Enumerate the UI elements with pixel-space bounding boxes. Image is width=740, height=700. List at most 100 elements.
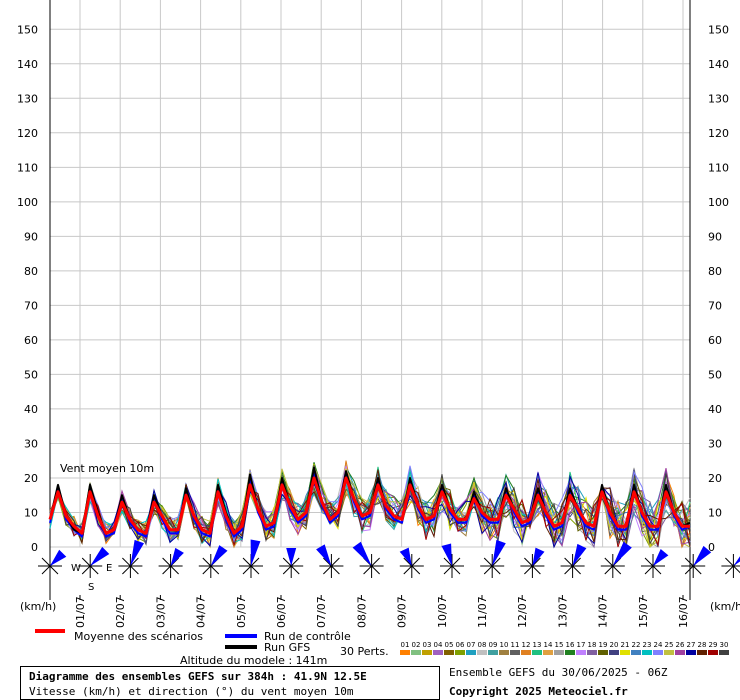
wind-rose xyxy=(198,545,228,578)
wind-rose xyxy=(399,547,424,578)
perturbation-swatch xyxy=(598,650,608,655)
y-tick-label: 40 xyxy=(24,403,38,416)
x-unit-label-left: (km/h) xyxy=(20,600,56,613)
perturbation-number: 10 xyxy=(500,641,509,649)
perturbation-number: 03 xyxy=(423,641,432,649)
y-tick-label: 100 xyxy=(708,196,729,209)
perturbation-swatch xyxy=(411,650,421,655)
perturbation-swatch xyxy=(543,650,553,655)
perturbation-swatch xyxy=(433,650,443,655)
date-label: 12/07 xyxy=(516,596,529,628)
perturbation-number: 30 xyxy=(720,641,729,649)
y-tick-label: 100 xyxy=(17,196,38,209)
wind-arrow xyxy=(170,547,184,566)
perturbation-number: 28 xyxy=(698,641,707,649)
perturbation-number: 17 xyxy=(577,641,586,649)
wind-rose xyxy=(721,554,740,578)
perturbation-number: 06 xyxy=(456,641,465,649)
wind-arrow xyxy=(316,544,332,566)
legend-mean-label: Moyenne des scénarios xyxy=(74,630,203,643)
perturbation-number: 22 xyxy=(632,641,641,649)
perturbation-swatch xyxy=(477,650,487,655)
y-tick-label: 50 xyxy=(24,368,38,381)
perturbation-number: 23 xyxy=(643,641,652,649)
date-label: 04/07 xyxy=(195,596,208,628)
perturbation-number: 27 xyxy=(687,641,696,649)
y-tick-label: 70 xyxy=(24,299,38,312)
date-label: 11/07 xyxy=(476,596,489,628)
perturbation-number: 12 xyxy=(522,641,531,649)
wind-arrow xyxy=(286,548,297,566)
y-tick-label: 30 xyxy=(708,437,722,450)
perturbation-number: 13 xyxy=(533,641,542,649)
wind-arrow xyxy=(441,543,452,566)
perturbations-label: 30 Perts. xyxy=(340,645,389,658)
y-tick-label: 90 xyxy=(708,230,722,243)
compass-s: S xyxy=(88,582,94,593)
ensemble-chart: 0102030405060708090100110120130140150 01… xyxy=(17,0,740,658)
y-tick-label: 130 xyxy=(708,92,729,105)
perturbation-swatch xyxy=(521,650,531,655)
date-label: 08/07 xyxy=(355,596,368,628)
wind-arrow xyxy=(653,549,669,566)
date-label: 03/07 xyxy=(154,596,167,628)
date-label: 15/07 xyxy=(637,596,650,628)
perturbation-number: 02 xyxy=(412,641,421,649)
perturbation-number: 25 xyxy=(665,641,674,649)
perturbation-swatch xyxy=(576,650,586,655)
footer-title-box: Diagramme des ensembles GEFS sur 384h : … xyxy=(20,666,440,700)
y-tick-label: 10 xyxy=(24,506,38,519)
perturbation-number: 01 xyxy=(401,641,410,649)
wind-rose xyxy=(641,549,669,578)
y-axis-right: 0102030405060708090100110120130140150 xyxy=(708,23,729,554)
y-tick-label: 60 xyxy=(708,334,722,347)
date-label: 13/07 xyxy=(556,596,569,628)
y-tick-label: 110 xyxy=(708,161,729,174)
perturbation-number: 26 xyxy=(676,641,685,649)
perturbation-swatch xyxy=(686,650,696,655)
compass-e: E xyxy=(106,563,112,574)
wind-arrow xyxy=(532,547,545,566)
perturbation-swatch xyxy=(499,650,509,655)
perturbation-legend: 01 02 03 04 05 06 07 08 09 10 11 12 13 14 15 16 17 18 19 20… xyxy=(400,641,729,655)
perturbation-number: 20 xyxy=(610,641,619,649)
perturbation-number: 18 xyxy=(588,641,597,649)
wind-rose xyxy=(158,547,184,578)
series-label: Vent moyen 10m xyxy=(60,462,154,475)
perturbation-swatch xyxy=(664,650,674,655)
perturbation-swatch xyxy=(532,650,542,655)
perturbation-swatch xyxy=(400,650,410,655)
date-label: 05/07 xyxy=(235,596,248,628)
date-label: 01/07 xyxy=(74,596,87,628)
perturbation-swatch xyxy=(422,650,432,655)
date-label: 02/07 xyxy=(114,596,127,628)
y-tick-label: 70 xyxy=(708,299,722,312)
y-tick-label: 80 xyxy=(24,265,38,278)
perturbation-swatch xyxy=(565,650,575,655)
y-tick-label: 150 xyxy=(708,23,729,36)
perturbation-swatch xyxy=(554,650,564,655)
footer-subtitle: Vitesse (km/h) et direction (°) du vent … xyxy=(29,685,354,698)
wind-rose xyxy=(560,543,587,578)
perturbation-number: 21 xyxy=(621,641,630,649)
perturbation-number: 19 xyxy=(599,641,608,649)
perturbation-swatch xyxy=(675,650,685,655)
perturbation-number: 16 xyxy=(566,641,575,649)
y-tick-label: 10 xyxy=(708,506,722,519)
date-label: 06/07 xyxy=(275,596,288,628)
wind-rose xyxy=(440,543,464,578)
wind-rose xyxy=(38,549,67,578)
date-label: 10/07 xyxy=(436,596,449,628)
wind-rose xyxy=(279,548,304,578)
wind-arrow xyxy=(733,556,740,566)
perturbation-number: 24 xyxy=(654,641,663,649)
perturbation-number: 04 xyxy=(434,641,443,649)
y-tick-label: 20 xyxy=(708,472,722,485)
perturbation-swatch xyxy=(455,650,465,655)
perturbation-swatch xyxy=(719,650,729,655)
y-tick-label: 140 xyxy=(708,58,729,71)
date-axis: 01/07 02/07 03/07 04/07 05/07 06/07 07/07 08/07… xyxy=(74,595,690,628)
y-unit-label-right: (km/h) xyxy=(710,600,740,613)
perturbation-swatch xyxy=(609,650,619,655)
y-tick-label: 80 xyxy=(708,265,722,278)
